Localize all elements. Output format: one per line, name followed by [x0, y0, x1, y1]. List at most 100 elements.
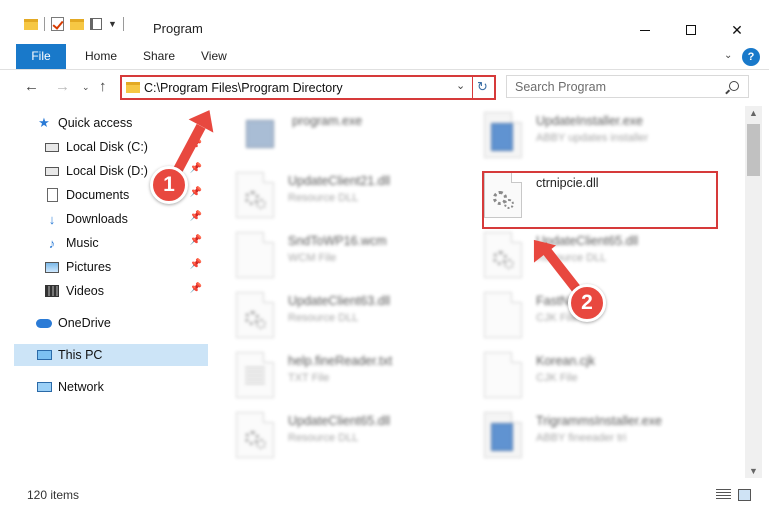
downloads-icon: ↓: [48, 211, 56, 227]
star-icon: ★: [38, 115, 50, 130]
sidebar-item-label: Music: [66, 236, 99, 250]
dll-file-icon: [236, 292, 274, 338]
window-title: Program: [153, 21, 203, 36]
sidebar-item-label: Videos: [66, 284, 104, 298]
sidebar-item-quick-access[interactable]: ★ Quick access: [14, 112, 208, 134]
address-bar[interactable]: C:\Program Files\Program Directory ⌄ ↻: [120, 75, 496, 100]
up-arrow-icon[interactable]: ↑: [99, 78, 107, 95]
pin-icon[interactable]: 📌: [190, 211, 202, 222]
properties-check-icon[interactable]: [51, 17, 64, 31]
recent-locations-chevron-icon[interactable]: ⌄: [82, 82, 90, 93]
list-item[interactable]: SndToWP16.wcm WCM File: [236, 230, 476, 284]
file-list: program.exe UpdateInstaller.exe ABBY upd…: [214, 106, 742, 478]
tab-share[interactable]: Share: [143, 44, 175, 69]
sidebar-item-music[interactable]: ♪ Music 📌: [14, 232, 208, 254]
pin-icon[interactable]: 📌: [190, 163, 202, 174]
scroll-down-icon[interactable]: ▼: [749, 466, 758, 476]
sidebar-item-videos[interactable]: Videos 📌: [14, 280, 208, 302]
title-bar: ▼ Program ✕: [0, 0, 769, 44]
file-icon: [484, 292, 522, 338]
tab-file[interactable]: File: [16, 44, 66, 69]
videos-icon: [44, 283, 60, 299]
list-item[interactable]: UpdateClient63.dll Resource DLL: [236, 290, 476, 344]
file-name: Korean.cjk: [536, 354, 596, 368]
sidebar-item-downloads[interactable]: ↓ Downloads 📌: [14, 208, 208, 230]
toolbar-divider: [44, 17, 45, 31]
help-icon[interactable]: ?: [742, 48, 760, 66]
list-item[interactable]: help.fineReader.txt TXT File: [236, 350, 476, 404]
minimize-icon: [640, 29, 650, 31]
file-type: WCM File: [288, 252, 337, 264]
file-type: Resource DLL: [288, 312, 359, 324]
customize-toolbar-dropdown-icon[interactable]: ▼: [108, 19, 117, 29]
new-folder-icon[interactable]: [70, 18, 84, 30]
file-type: TXT File: [288, 372, 330, 384]
drive-icon: [44, 139, 60, 155]
folder-icon: [126, 82, 140, 93]
installer-file-icon: [484, 412, 522, 458]
sidebar-item-label: Downloads: [66, 212, 128, 226]
item-count: 120 items: [27, 488, 80, 502]
back-arrow-icon[interactable]: ←: [24, 78, 39, 95]
sidebar-item-onedrive[interactable]: OneDrive: [14, 312, 208, 334]
tab-home[interactable]: Home: [85, 44, 117, 69]
sidebar-item-network[interactable]: Network: [14, 376, 208, 398]
vertical-scrollbar[interactable]: ▲ ▼: [745, 106, 762, 478]
file-highlight-box: [482, 171, 718, 229]
pin-icon[interactable]: 📌: [190, 235, 202, 246]
search-icon[interactable]: [729, 81, 739, 91]
pin-icon[interactable]: 📌: [190, 259, 202, 270]
sidebar-item-this-pc[interactable]: This PC: [14, 344, 208, 366]
details-view-icon[interactable]: [716, 489, 731, 501]
quick-access-toolbar: ▼: [24, 17, 124, 31]
properties-icon[interactable]: [90, 18, 102, 30]
expand-ribbon-icon[interactable]: ⌄: [724, 50, 732, 61]
list-item[interactable]: UpdateClient65.dll Resource DLL: [484, 230, 724, 284]
dll-file-icon: [236, 412, 274, 458]
toolbar-divider: [122, 17, 124, 31]
file-icon: [236, 232, 274, 278]
text-file-icon: [236, 352, 274, 398]
file-type: ABBY updates installer: [536, 132, 649, 144]
scrollbar-thumb[interactable]: [747, 124, 760, 176]
list-item[interactable]: UpdateInstaller.exe ABBY updates install…: [484, 110, 724, 164]
file-name: program.exe: [292, 114, 363, 128]
file-name: UpdateClient65.dll: [288, 414, 391, 428]
list-item[interactable]: TrigrammsInstaller.exe ABBY fineeader tr…: [484, 410, 724, 464]
file-type: ABBY fineeader tri: [536, 432, 627, 444]
address-path[interactable]: C:\Program Files\Program Directory: [144, 81, 343, 95]
address-dropdown-chevron-icon[interactable]: ⌄: [456, 79, 465, 92]
close-icon: ✕: [731, 21, 743, 38]
list-item[interactable]: UpdateClient65.dll Resource DLL: [236, 410, 476, 464]
list-item[interactable]: program.exe: [240, 110, 480, 164]
sidebar-item-pictures[interactable]: Pictures 📌: [14, 256, 208, 278]
file-name: SndToWP16.wcm: [288, 234, 387, 248]
refresh-icon[interactable]: ↻: [477, 79, 488, 95]
file-type: Resource DLL: [288, 192, 359, 204]
search-input[interactable]: Search Program: [506, 75, 749, 98]
status-bar: 120 items: [0, 484, 769, 506]
installer-file-icon: [484, 112, 522, 158]
pin-icon[interactable]: 📌: [190, 187, 202, 198]
maximize-button[interactable]: [668, 16, 714, 44]
minimize-button[interactable]: [622, 16, 668, 44]
file-icon: [484, 352, 522, 398]
dll-file-icon: [236, 172, 274, 218]
forward-arrow-icon[interactable]: →: [55, 78, 70, 95]
file-type: CJK File: [536, 372, 578, 384]
sidebar-item-label: Local Disk (C:): [66, 140, 148, 154]
sidebar-item-label: Network: [58, 380, 104, 394]
tab-view[interactable]: View: [201, 44, 227, 69]
pictures-icon: [44, 259, 60, 275]
file-type: Resource DLL: [288, 432, 359, 444]
scroll-up-icon[interactable]: ▲: [749, 108, 758, 118]
address-divider: [472, 77, 473, 98]
large-icons-view-icon[interactable]: [738, 489, 751, 501]
callout-badge-2: 2: [568, 284, 606, 322]
list-item[interactable]: UpdateClient21.dll Resource DLL: [236, 170, 476, 224]
folder-icon[interactable]: [24, 18, 38, 30]
pin-icon[interactable]: 📌: [190, 283, 202, 294]
search-placeholder: Search Program: [515, 80, 607, 94]
close-button[interactable]: ✕: [714, 16, 760, 44]
list-item[interactable]: Korean.cjk CJK File: [484, 350, 724, 404]
